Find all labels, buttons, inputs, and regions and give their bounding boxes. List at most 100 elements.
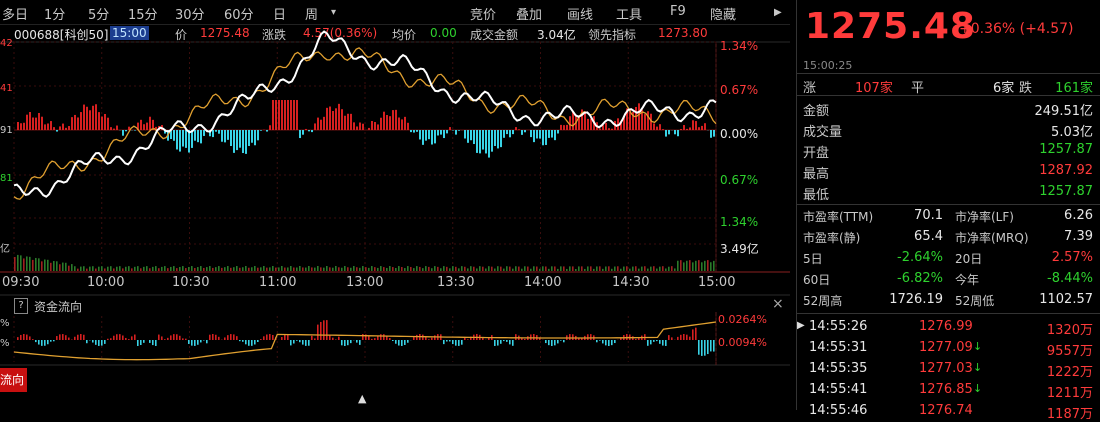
volume-bar [14, 257, 16, 271]
tick-time: 14:55:31 [809, 340, 867, 355]
volume-bar [617, 266, 619, 271]
flow-bar [416, 130, 418, 132]
volume-bar [140, 268, 142, 271]
flow-bar [599, 129, 601, 130]
volume-bar [338, 267, 340, 271]
xtick-1430: 14:30 [612, 275, 649, 290]
flow-panel-bar [335, 339, 337, 340]
flow-panel-bar [47, 340, 49, 344]
flow-bar [674, 130, 676, 134]
volume-bar [125, 267, 127, 271]
volume-bar [335, 266, 337, 271]
volume-bar [74, 266, 76, 271]
flow-panel-bar [80, 334, 82, 340]
stat-label: 开盘 [803, 142, 829, 161]
stat-label: 最低 [803, 184, 829, 203]
tab-capital-flow[interactable]: 流向 [0, 368, 27, 392]
flow-bar [686, 129, 688, 130]
volume-bar [332, 268, 334, 271]
flow-bar [335, 108, 337, 130]
flow-bar [59, 126, 61, 130]
volume-bar [290, 266, 292, 271]
volume-bar [41, 261, 43, 271]
flow-bar [485, 130, 487, 153]
flow-bar [542, 130, 544, 145]
volume-bar [374, 267, 376, 271]
ratio-value-left: -6.82% [883, 271, 943, 286]
ratio-value-right: 7.39 [1064, 229, 1093, 244]
left-axis-low: 81 [0, 173, 13, 184]
volume-bar [581, 266, 583, 271]
volume-bar [443, 266, 445, 271]
flow-bar [50, 121, 52, 130]
volume-bar [188, 267, 190, 271]
volume-bar [353, 266, 355, 271]
flow-bar [464, 130, 466, 138]
xtick-1030: 10:30 [172, 275, 209, 290]
flow-bar [404, 117, 406, 130]
volume-bar [284, 268, 286, 271]
ratio-value-left: 1726.19 [883, 292, 943, 307]
volume-bar [647, 269, 649, 271]
volume-bar [659, 267, 661, 271]
volume-bar [521, 269, 523, 271]
flow-bar [293, 100, 295, 130]
volume-bar [575, 269, 577, 271]
volume-bar [173, 266, 175, 271]
volume-bar [416, 266, 418, 271]
flow-panel-bar [389, 338, 391, 340]
flow-panel-bar [62, 334, 64, 340]
tick-price: 1277.09 [919, 340, 973, 355]
volume-bar [602, 269, 604, 271]
volume-bar [488, 266, 490, 271]
flow-bar [677, 130, 679, 136]
flow-bar [62, 124, 64, 130]
down-label: 跌 [1019, 77, 1032, 96]
flow-bar [446, 130, 448, 133]
tick-row: 14:55:26 1276.99 1320万 [803, 318, 1093, 337]
flow-panel-bar [299, 340, 301, 342]
tick-time: 14:55:41 [809, 382, 867, 397]
capital-flow-title: 资金流向 [34, 298, 82, 315]
flow-bar [215, 130, 217, 132]
flow-panel-bar [611, 340, 613, 345]
flow-panel-bar [668, 335, 670, 340]
volume-bar [689, 260, 691, 271]
flow-panel-bar [224, 337, 226, 340]
collapse-icon[interactable]: ▲ [358, 392, 366, 405]
volume-bar [677, 261, 679, 271]
tick-volume: 9557万 [1047, 340, 1093, 359]
flow-panel-bar [638, 338, 640, 340]
volume-bar [119, 266, 121, 271]
volume-bar [491, 267, 493, 271]
volume-bar [539, 269, 541, 271]
flow-panel-bar [344, 340, 346, 346]
flow-panel-bar [680, 335, 682, 340]
flow-bar [521, 130, 523, 135]
flow-bar [494, 130, 496, 146]
close-icon[interactable]: × [772, 296, 784, 312]
flow-panel-bar [140, 340, 142, 345]
flow-panel-bar [599, 340, 601, 341]
flow-panel-bar [74, 337, 76, 340]
help-icon[interactable]: ? [14, 298, 28, 314]
flow-bar [236, 130, 238, 150]
volume-bar [323, 268, 325, 271]
intraday-chart[interactable] [0, 0, 790, 410]
flow-panel-bar [650, 340, 652, 344]
flow-bar [635, 107, 637, 130]
ratio-value-right: 2.57% [1052, 250, 1093, 265]
flow-panel-bar [509, 340, 511, 344]
flow-bar [65, 128, 67, 130]
volume-bar [239, 268, 241, 271]
tick-price: 1277.03 [919, 361, 973, 376]
price-line [14, 32, 716, 197]
flow-bar [140, 120, 142, 130]
right-axis-zero: 0.00% [720, 127, 758, 141]
chart-panel[interactable]: 多日 1分 5分 15分 30分 60分 日 周 ▾ 竞价 叠加 画线 工具 F… [0, 0, 790, 410]
ratio-value-right: 1102.57 [1039, 292, 1093, 307]
flow-panel-bar [176, 334, 178, 340]
flow-bar [551, 130, 553, 138]
volume-bar [278, 267, 280, 271]
flow-bar [350, 114, 352, 130]
